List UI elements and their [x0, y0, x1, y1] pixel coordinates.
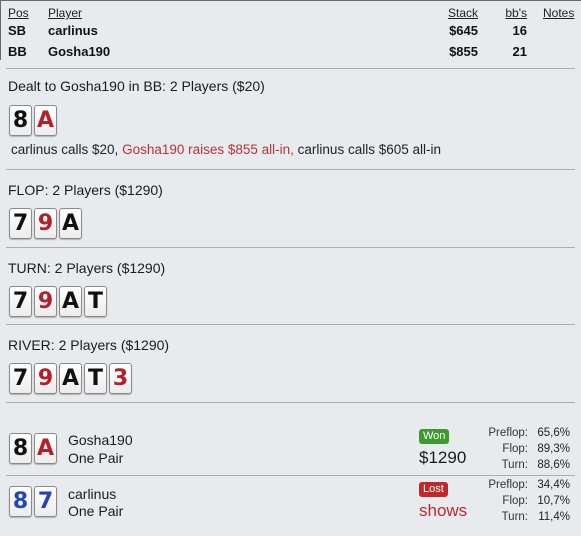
- result-hole-cards: 8A: [9, 433, 59, 464]
- playing-card: A: [34, 433, 57, 464]
- playing-card: A: [59, 208, 82, 239]
- row-player[interactable]: carlinus: [48, 23, 98, 41]
- lost-badge: Lost: [419, 482, 448, 497]
- result-hand-rank: One Pair: [68, 450, 124, 466]
- won-badge: Won: [419, 429, 450, 444]
- divider: [6, 402, 575, 403]
- playing-card: 9: [34, 208, 57, 239]
- action-call-allin: carlinus calls $605 all-in: [293, 142, 441, 157]
- equity-value: 89,3%: [537, 443, 570, 455]
- playing-card: A: [34, 105, 57, 136]
- equity-value: 10,7%: [537, 495, 570, 507]
- hole-cards: 8A: [9, 105, 59, 136]
- row-stack: $645: [449, 23, 478, 38]
- playing-card: 8: [9, 105, 32, 136]
- equity-label: Preflop:: [488, 427, 528, 439]
- equity-value: 34,4%: [537, 479, 570, 491]
- playing-card: A: [59, 363, 82, 394]
- playing-card: 8: [9, 486, 32, 517]
- flop-cards: 79A: [9, 208, 84, 239]
- equity-label: Flop:: [502, 443, 528, 455]
- header-pos[interactable]: Pos: [8, 6, 29, 22]
- row-bbs: 16: [512, 23, 527, 38]
- action-call: carlinus calls $20,: [11, 142, 123, 157]
- playing-card: 7: [34, 486, 57, 517]
- divider: [6, 247, 575, 248]
- playing-card: 9: [34, 363, 57, 394]
- turn-cards: 79AT: [9, 286, 109, 317]
- row-pos: BB: [8, 44, 27, 59]
- frame-left-line: [0, 0, 1, 60]
- action-raise: Gosha190 raises $855 all-in,: [122, 142, 294, 157]
- row-player[interactable]: Gosha190: [48, 44, 110, 62]
- playing-card: 9: [34, 286, 57, 317]
- playing-card: T: [84, 286, 107, 317]
- playing-card: T: [84, 363, 107, 394]
- divider: [6, 324, 575, 325]
- playing-card: 7: [9, 363, 32, 394]
- result-hole-cards: 87: [9, 486, 59, 517]
- playing-card: 7: [9, 208, 32, 239]
- result-amount: $1290: [419, 448, 467, 467]
- playing-card: 8: [9, 433, 32, 464]
- divider: [6, 475, 575, 476]
- preflop-actions: carlinus calls $20, Gosha190 raises $855…: [11, 142, 441, 157]
- river-heading: RIVER: 2 Players ($1290): [8, 337, 170, 353]
- header-player[interactable]: Player: [48, 6, 82, 22]
- result-player-name[interactable]: carlinus: [68, 486, 116, 502]
- equity-label: Turn:: [501, 459, 528, 471]
- header-notes[interactable]: Notes: [543, 6, 574, 22]
- playing-card: 7: [9, 286, 32, 317]
- row-stack: $855: [449, 44, 478, 59]
- equity-label: Flop:: [502, 495, 528, 507]
- playing-card: A: [59, 286, 82, 317]
- equity-value: 65,6%: [537, 427, 570, 439]
- equity-value: 88,6%: [537, 459, 570, 471]
- frame-top-line: [0, 0, 581, 1]
- playing-card: 3: [109, 363, 132, 394]
- hand-history-viewer: Pos Player Stack bb's Notes SB carlinus …: [0, 0, 581, 536]
- equity-label: Turn:: [501, 511, 528, 523]
- equity-label: Preflop:: [488, 479, 528, 491]
- result-player-name[interactable]: Gosha190: [68, 432, 133, 448]
- row-pos: SB: [8, 23, 27, 38]
- equity-value: 11,4%: [538, 511, 570, 523]
- result-shows: shows: [419, 501, 468, 520]
- result-hand-rank: One Pair: [68, 503, 124, 519]
- river-cards: 79AT3: [9, 363, 134, 394]
- row-bbs: 21: [512, 44, 527, 59]
- divider: [6, 68, 575, 69]
- turn-heading: TURN: 2 Players ($1290): [8, 260, 166, 276]
- divider: [6, 169, 575, 170]
- header-stack[interactable]: Stack: [430, 6, 478, 22]
- header-bbs[interactable]: bb's: [492, 6, 527, 22]
- preflop-heading: Dealt to Gosha190 in BB: 2 Players ($20): [8, 78, 265, 94]
- flop-heading: FLOP: 2 Players ($1290): [8, 182, 163, 198]
